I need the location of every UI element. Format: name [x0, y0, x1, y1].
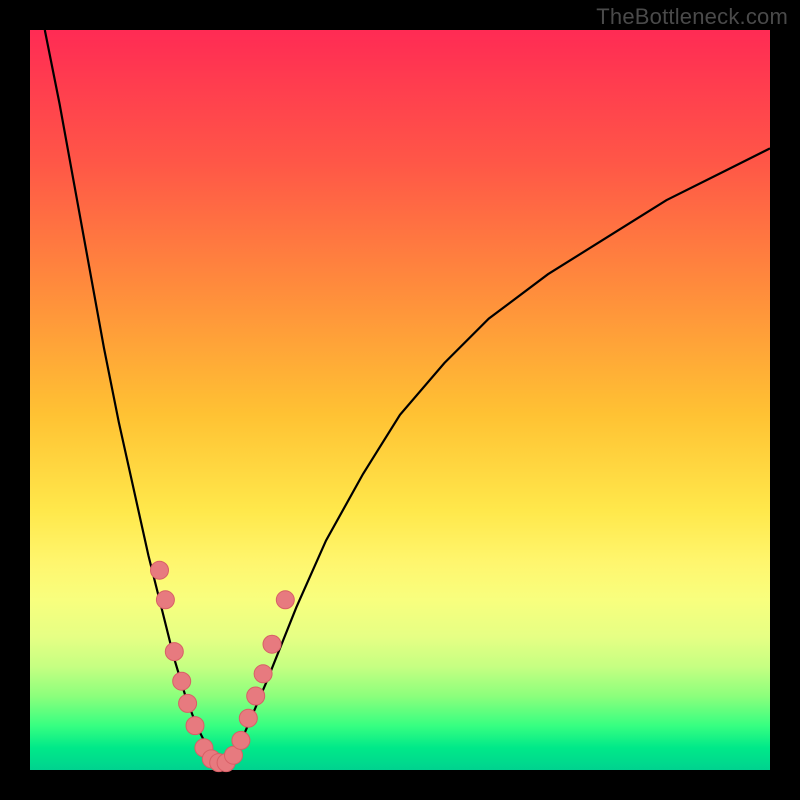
data-marker — [239, 709, 257, 727]
data-marker — [179, 694, 197, 712]
curve-group — [45, 30, 770, 763]
data-marker — [254, 665, 272, 683]
data-marker — [232, 731, 250, 749]
plot-area — [30, 30, 770, 770]
data-marker — [151, 561, 169, 579]
curve-left — [45, 30, 215, 763]
watermark-text: TheBottleneck.com — [596, 4, 788, 30]
data-marker — [247, 687, 265, 705]
data-marker — [165, 643, 183, 661]
data-marker — [186, 717, 204, 735]
data-marker — [276, 591, 294, 609]
data-marker — [263, 635, 281, 653]
chart-frame: TheBottleneck.com — [0, 0, 800, 800]
data-marker — [156, 591, 174, 609]
chart-svg — [30, 30, 770, 770]
data-marker — [173, 672, 191, 690]
curve-right — [230, 148, 770, 762]
